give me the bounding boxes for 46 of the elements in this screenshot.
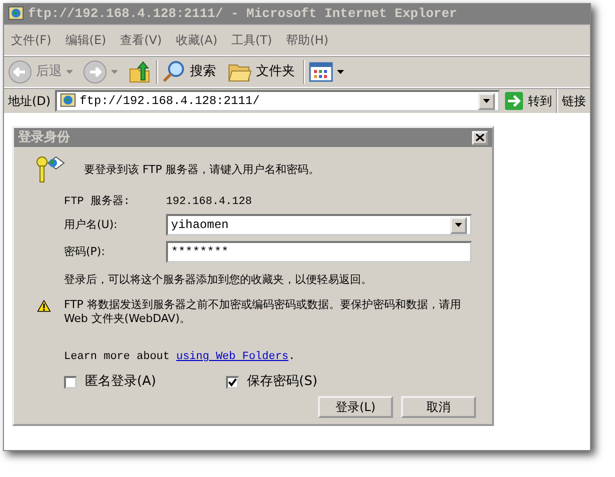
caret-icon <box>455 223 462 228</box>
menu-item[interactable]: 收藏(A) <box>168 29 224 51</box>
window-title: ftp://192.168.4.128:2111/ - Microsoft Internet Explorer <box>28 5 458 24</box>
close-button[interactable] <box>472 130 488 144</box>
dropdown-button[interactable] <box>478 92 495 110</box>
login-button[interactable]: 登录(L) <box>318 396 393 418</box>
menu-item[interactable]: 文件(F) <box>4 29 58 51</box>
menu-item[interactable]: 工具(T) <box>224 29 280 51</box>
username-field[interactable]: yihaomen <box>166 214 472 236</box>
address-label: 地址(D) <box>8 93 51 110</box>
dropdown-button[interactable] <box>450 216 467 234</box>
address-field[interactable]: ftp://192.168.4.128:2111/ <box>54 90 500 112</box>
views-icon[interactable] <box>309 62 333 82</box>
page-icon <box>60 93 76 109</box>
search-icon[interactable] <box>162 60 186 84</box>
checkbox-label[interactable]: 匿名登录(A) <box>85 374 156 392</box>
search-label[interactable]: 搜索 <box>190 62 216 82</box>
forward-icon[interactable] <box>83 60 107 84</box>
menu-item[interactable]: 编辑(E) <box>58 29 114 51</box>
favorites-note: 登录后，可以将这个服务器添加到您的收藏夹，以便轻易返回。 <box>64 273 373 288</box>
folder-up-icon[interactable] <box>128 60 152 84</box>
menu-item[interactable]: 帮助(H) <box>279 29 336 51</box>
checkbox-label[interactable]: 保存密码(S) <box>247 374 318 392</box>
caret-icon <box>483 99 490 103</box>
prompt-text: 要登录到该 FTP 服务器，请键入用户名和密码。 <box>84 162 320 178</box>
go-label[interactable]: 转到 <box>528 92 552 110</box>
back-icon[interactable] <box>8 60 32 84</box>
warning-icon <box>37 298 51 314</box>
password-label: 密码(P): <box>64 245 106 260</box>
menu-item[interactable]: 查看(V) <box>113 29 169 51</box>
cancel-button[interactable]: 取消 <box>401 396 476 418</box>
server-address: 192.168.4.128 <box>166 195 252 210</box>
warning-text: FTP 将数据发送到服务器之前不加密或编码密码或数据。要保护密码和数据，请用 Web 文件夹(WebDAV)。 <box>62 298 462 326</box>
password-field[interactable]: ******** <box>166 241 472 264</box>
folders-label[interactable]: 文件夹 <box>256 62 295 82</box>
username-label: 用户名(U): <box>64 218 118 232</box>
page-icon <box>8 6 24 22</box>
close-icon <box>476 134 484 141</box>
web-folders-link[interactable]: using Web Folders <box>176 351 288 364</box>
caret-icon[interactable] <box>337 70 344 74</box>
checkbox[interactable] <box>64 376 77 390</box>
dialog-title: 登录身份 <box>18 128 70 147</box>
server-label: FTP 服务器: <box>64 195 132 210</box>
links-label[interactable]: 链接 <box>562 92 586 110</box>
checkbox[interactable] <box>226 376 239 390</box>
learn-more-text: Learn more about using Web Folders. <box>64 350 296 364</box>
